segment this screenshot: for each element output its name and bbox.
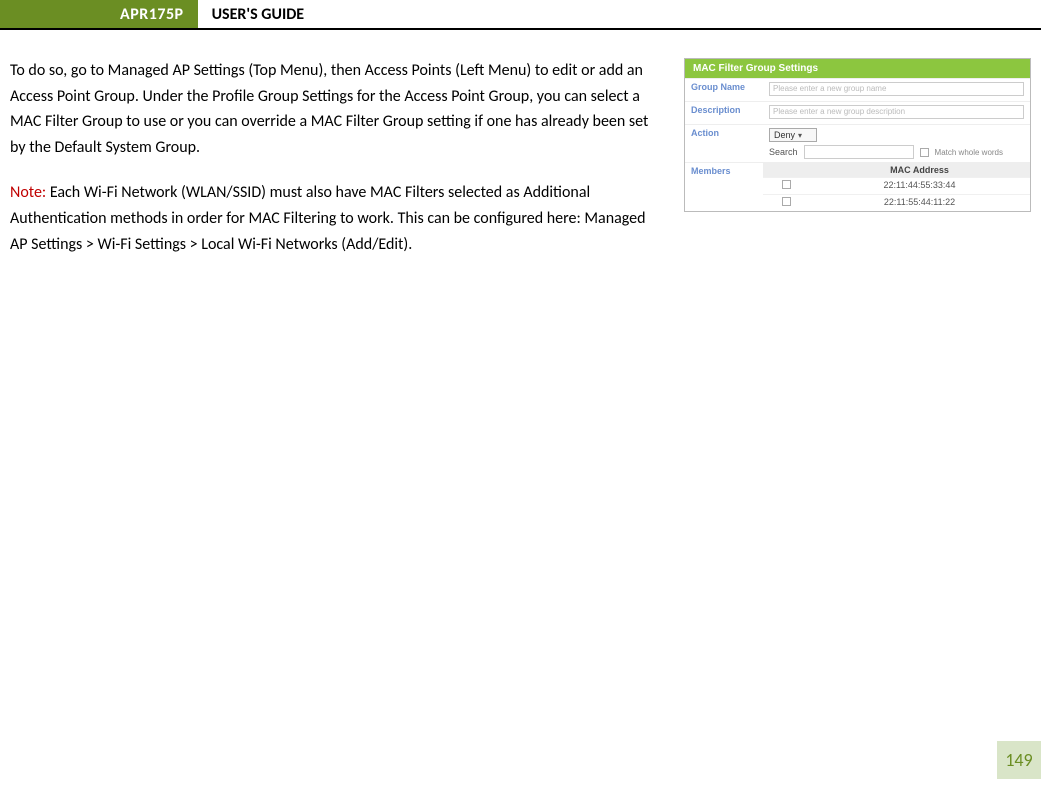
description-row: Description Please enter a new group des… [685, 101, 1030, 124]
mac-filter-settings-figure: MAC Filter Group Settings Group Name Ple… [684, 58, 1031, 212]
table-row: 22:11:55:44:11:22 [763, 194, 1030, 211]
action-value: Deny [774, 130, 795, 140]
members-table-header: MAC Address [763, 163, 1030, 177]
mac-address-cell: 22:11:44:55:33:44 [809, 180, 1030, 192]
figure-title: MAC Filter Group Settings [685, 59, 1030, 78]
table-row: 22:11:44:55:33:44 [763, 177, 1030, 194]
search-label: Search [769, 147, 798, 157]
note-text: Each Wi-Fi Network (WLAN/SSID) must also… [10, 183, 646, 253]
action-select[interactable]: Deny ▾ [769, 128, 817, 142]
row-checkbox[interactable] [782, 197, 791, 206]
note-label: Note: [10, 183, 46, 202]
description-label: Description [685, 102, 763, 124]
mac-address-cell: 22:11:55:44:11:22 [809, 197, 1030, 209]
group-name-label: Group Name [685, 79, 763, 101]
document-header: APR175P USER'S GUIDE [0, 0, 1041, 30]
action-label: Action [685, 125, 763, 162]
search-input[interactable] [804, 145, 914, 159]
match-whole-label: Match whole words [935, 148, 1003, 157]
page-number: 149 [997, 741, 1041, 779]
description-input[interactable]: Please enter a new group description [769, 105, 1024, 119]
match-whole-checkbox[interactable] [920, 148, 929, 157]
members-label: Members [685, 163, 763, 211]
mac-address-header: MAC Address [809, 165, 1030, 175]
group-name-row: Group Name Please enter a new group name [685, 78, 1030, 101]
row-checkbox[interactable] [782, 180, 791, 189]
group-name-input[interactable]: Please enter a new group name [769, 82, 1024, 96]
action-row: Action Deny ▾ Search Match whole words [685, 124, 1030, 162]
chevron-down-icon: ▾ [798, 131, 802, 140]
model-badge: APR175P [0, 0, 198, 28]
document-title: USER'S GUIDE [198, 0, 319, 28]
page-body: MAC Filter Group Settings Group Name Ple… [0, 30, 1041, 267]
members-table: Members MAC Address 22:11:44:55:33:44 22… [685, 162, 1030, 211]
